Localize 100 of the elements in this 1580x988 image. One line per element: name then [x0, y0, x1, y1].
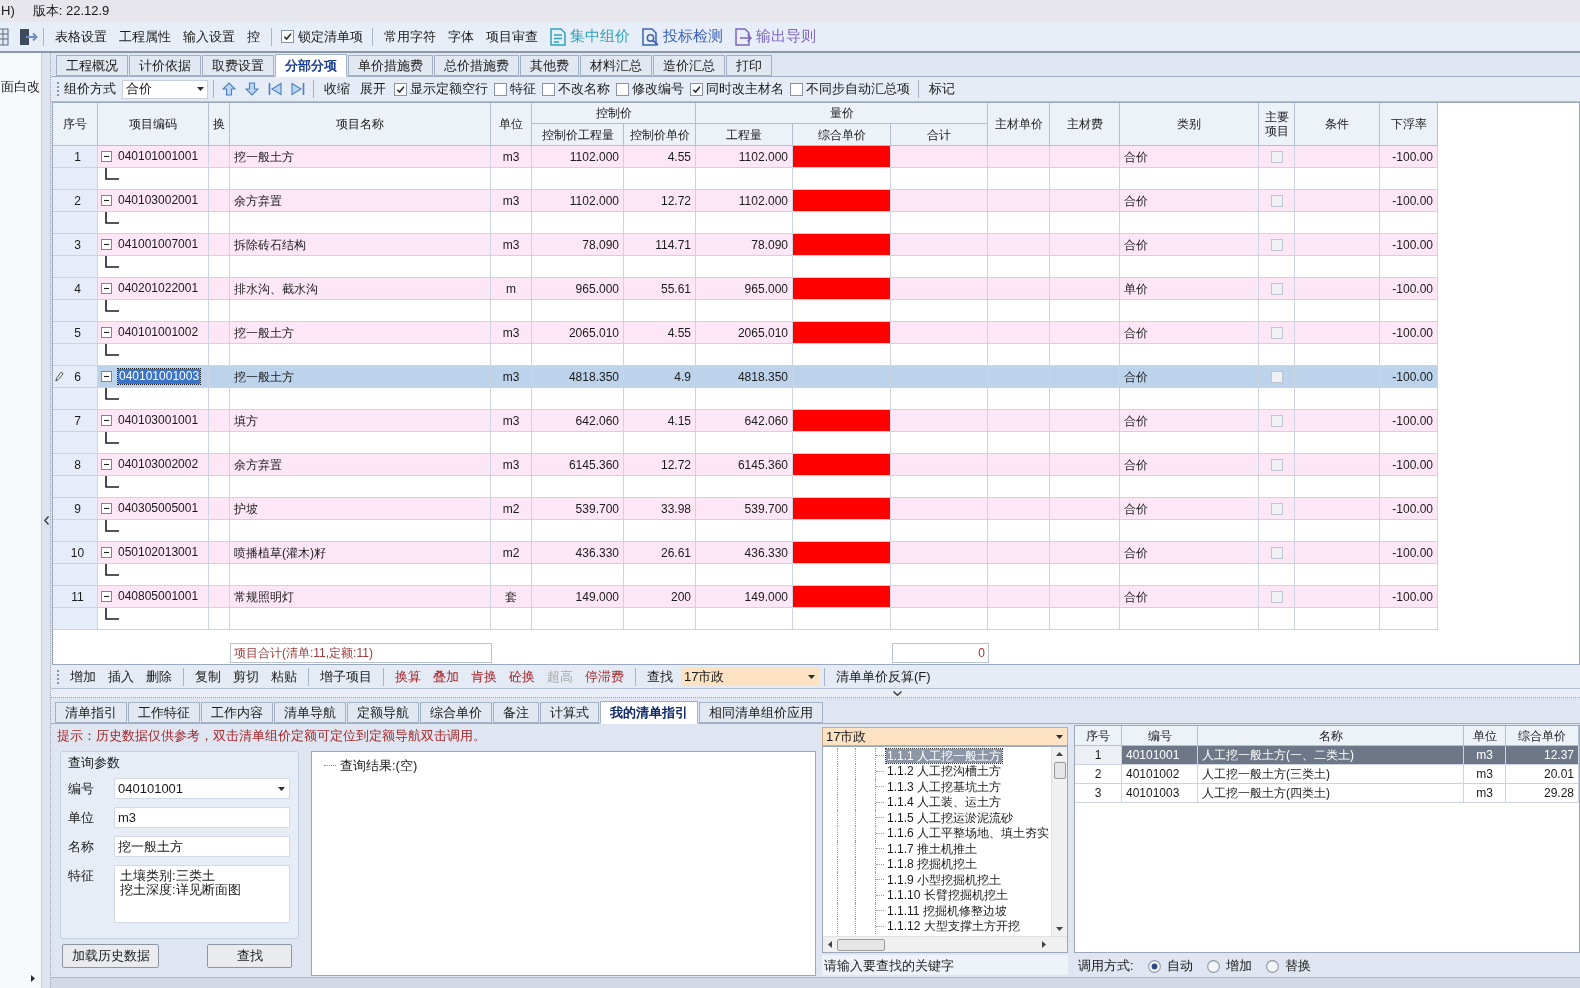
tab[interactable]: 综合单价: [420, 702, 492, 723]
panel-button[interactable]: 查找: [207, 944, 292, 968]
library-dropdown[interactable]: 17市政: [822, 727, 1068, 746]
caret-right-icon[interactable]: [31, 974, 35, 982]
column-header[interactable]: 主材单价: [988, 103, 1050, 146]
tab[interactable]: 相同清单组价应用: [699, 702, 823, 723]
chevron-down-icon[interactable]: [893, 690, 902, 696]
column-header[interactable]: 主要项目: [1259, 103, 1295, 146]
dropdown-field[interactable]: 040101001: [114, 778, 290, 799]
radio-label[interactable]: 自动: [1166, 956, 1193, 976]
grip-handle-icon[interactable]: [57, 82, 59, 96]
caret-down-icon[interactable]: [808, 674, 815, 679]
checkbox[interactable]: [494, 82, 507, 96]
checkbox-label[interactable]: 锁定清单项: [298, 26, 363, 47]
checkbox[interactable]: [1270, 194, 1283, 207]
caret-left-icon[interactable]: [828, 941, 832, 948]
toolbar-button[interactable]: 标记: [924, 78, 960, 100]
collapse-icon[interactable]: [101, 415, 112, 426]
toolbar-button[interactable]: 删除: [140, 666, 178, 687]
toolbar-button[interactable]: 砼换: [503, 666, 541, 687]
checkbox[interactable]: [1270, 326, 1283, 339]
tab[interactable]: 计算式: [540, 702, 599, 723]
table-row[interactable]: 6 040101001003 挖一般土方 m3 4818.350 4.9 4818.350 合价 -100.00: [53, 366, 1438, 388]
text-field[interactable]: m3: [114, 807, 290, 828]
column-header[interactable]: 下浮率: [1380, 103, 1438, 146]
text-field[interactable]: 挖一般土方: [114, 836, 290, 857]
checkbox-label[interactable]: 修改编号: [632, 79, 684, 99]
checkbox[interactable]: [690, 82, 703, 96]
checkbox-label[interactable]: 显示定额空行: [410, 79, 488, 99]
toolbar-button[interactable]: 项目审查: [480, 25, 544, 48]
table-row[interactable]: 1 040101001001 挖一般土方 m3 1102.000 4.55 1102.000 合价 -100.00: [53, 146, 1438, 168]
toolbar-button[interactable]: 肯换: [465, 666, 503, 687]
menu-item[interactable]: H): [1, 1, 15, 21]
toolbar-button[interactable]: 工程属性: [113, 25, 177, 48]
checkbox[interactable]: [1270, 502, 1283, 515]
tab[interactable]: 取费设置: [202, 55, 274, 76]
tab[interactable]: 总价措施费: [434, 55, 519, 76]
column-header[interactable]: 控制价单价: [624, 124, 696, 146]
tab[interactable]: 计价依据: [129, 55, 201, 76]
table-row[interactable]: 2 040103002001 余方弃置 m3 1102.000 12.72 1102.000 合价 -100.00: [53, 190, 1438, 212]
tree-item[interactable]: 1.1.7 推土机推土: [886, 841, 979, 856]
column-header[interactable]: 主材费: [1050, 103, 1120, 146]
tree-item[interactable]: 1.1.9 小型挖掘机挖土: [886, 872, 1003, 887]
collapse-icon[interactable]: [101, 547, 112, 558]
horizontal-scrollbar[interactable]: [823, 936, 1067, 952]
tab[interactable]: 单价措施费: [348, 55, 433, 76]
column-header[interactable]: 序号: [1075, 726, 1122, 746]
table-row[interactable]: 9 040305005001 护坡 m2 539.700 33.98 539.700 合价 -100.00: [53, 498, 1438, 520]
toolbar-button[interactable]: 字体: [442, 25, 480, 48]
arrow-down-icon[interactable]: [245, 82, 259, 96]
caret-down-icon[interactable]: [278, 786, 285, 791]
table-row[interactable]: 3 041001007001 拆除砖石结构 m3 78.090 114.71 78.090 合价 -100.00: [53, 234, 1438, 256]
toolbar-button[interactable]: 插入: [102, 666, 140, 687]
collapse-icon[interactable]: [101, 371, 112, 382]
toolbar-button[interactable]: 叠加: [427, 666, 465, 687]
toolbar-button[interactable]: 控: [241, 25, 266, 48]
checkbox-label[interactable]: 同时改主材名: [706, 79, 784, 99]
tab[interactable]: 清单导航: [274, 702, 346, 723]
column-header[interactable]: 项目名称: [230, 103, 491, 146]
checkbox-label[interactable]: 特征: [510, 79, 536, 99]
tree-item[interactable]: 1.1.6 人工平整场地、填土夯实: [886, 826, 1051, 841]
collapse-icon[interactable]: [101, 239, 112, 250]
toolbar-button[interactable]: 投标检测: [636, 24, 729, 49]
radio-button[interactable]: [1147, 959, 1161, 973]
caret-down-icon[interactable]: [1056, 734, 1063, 739]
toolbar-button[interactable]: 输出导则: [729, 24, 822, 49]
tree-item[interactable]: 1.1.4 人工装、运土方: [886, 795, 1003, 810]
column-header[interactable]: 条件: [1295, 103, 1380, 146]
tab[interactable]: 工作内容: [201, 702, 273, 723]
column-header[interactable]: 综合单价: [1506, 726, 1579, 746]
tree-item[interactable]: 1.1.3 人工挖基坑土方: [886, 779, 1003, 794]
toolbar-button[interactable]: 粘贴: [265, 666, 303, 687]
tab[interactable]: 造价汇总: [653, 55, 725, 76]
checkbox[interactable]: [394, 82, 407, 96]
toolbar-button[interactable]: 输入设置: [177, 25, 241, 48]
toolbar-button[interactable]: 清单单价反算(F): [830, 666, 937, 687]
table-row[interactable]: 3 40101003 人工挖一般土方(四类土) m3 29.28: [1075, 784, 1579, 803]
document-arrow-icon[interactable]: [735, 27, 752, 46]
collapse-icon[interactable]: [101, 151, 112, 162]
checkbox-label[interactable]: 不同步自动汇总项: [806, 79, 910, 99]
radio-label[interactable]: 替换: [1284, 956, 1311, 976]
document-list-icon[interactable]: [550, 27, 566, 46]
column-header[interactable]: 单位: [491, 103, 532, 146]
column-header[interactable]: 工程量: [696, 124, 793, 146]
toolbar-button[interactable]: 表格设置: [49, 25, 113, 48]
checkbox[interactable]: [790, 82, 803, 96]
caret-right-icon[interactable]: [1042, 941, 1046, 948]
radio-button[interactable]: [1206, 959, 1220, 973]
source-dropdown[interactable]: 17市政: [681, 667, 819, 686]
toolbar-button[interactable]: 增加: [64, 666, 102, 687]
checkbox[interactable]: [1270, 238, 1283, 251]
tab[interactable]: 定额导航: [347, 702, 419, 723]
chevron-left-icon[interactable]: [43, 516, 49, 525]
toolbar-button[interactable]: 查找: [641, 666, 679, 687]
toolbar-button[interactable]: 停滞费: [579, 666, 630, 687]
collapse-icon[interactable]: [101, 195, 112, 206]
checkbox[interactable]: [1270, 546, 1283, 559]
checkbox[interactable]: [1270, 150, 1283, 163]
toolbar-button[interactable]: 常用字符: [378, 25, 442, 48]
skip-back-icon[interactable]: [268, 82, 282, 96]
